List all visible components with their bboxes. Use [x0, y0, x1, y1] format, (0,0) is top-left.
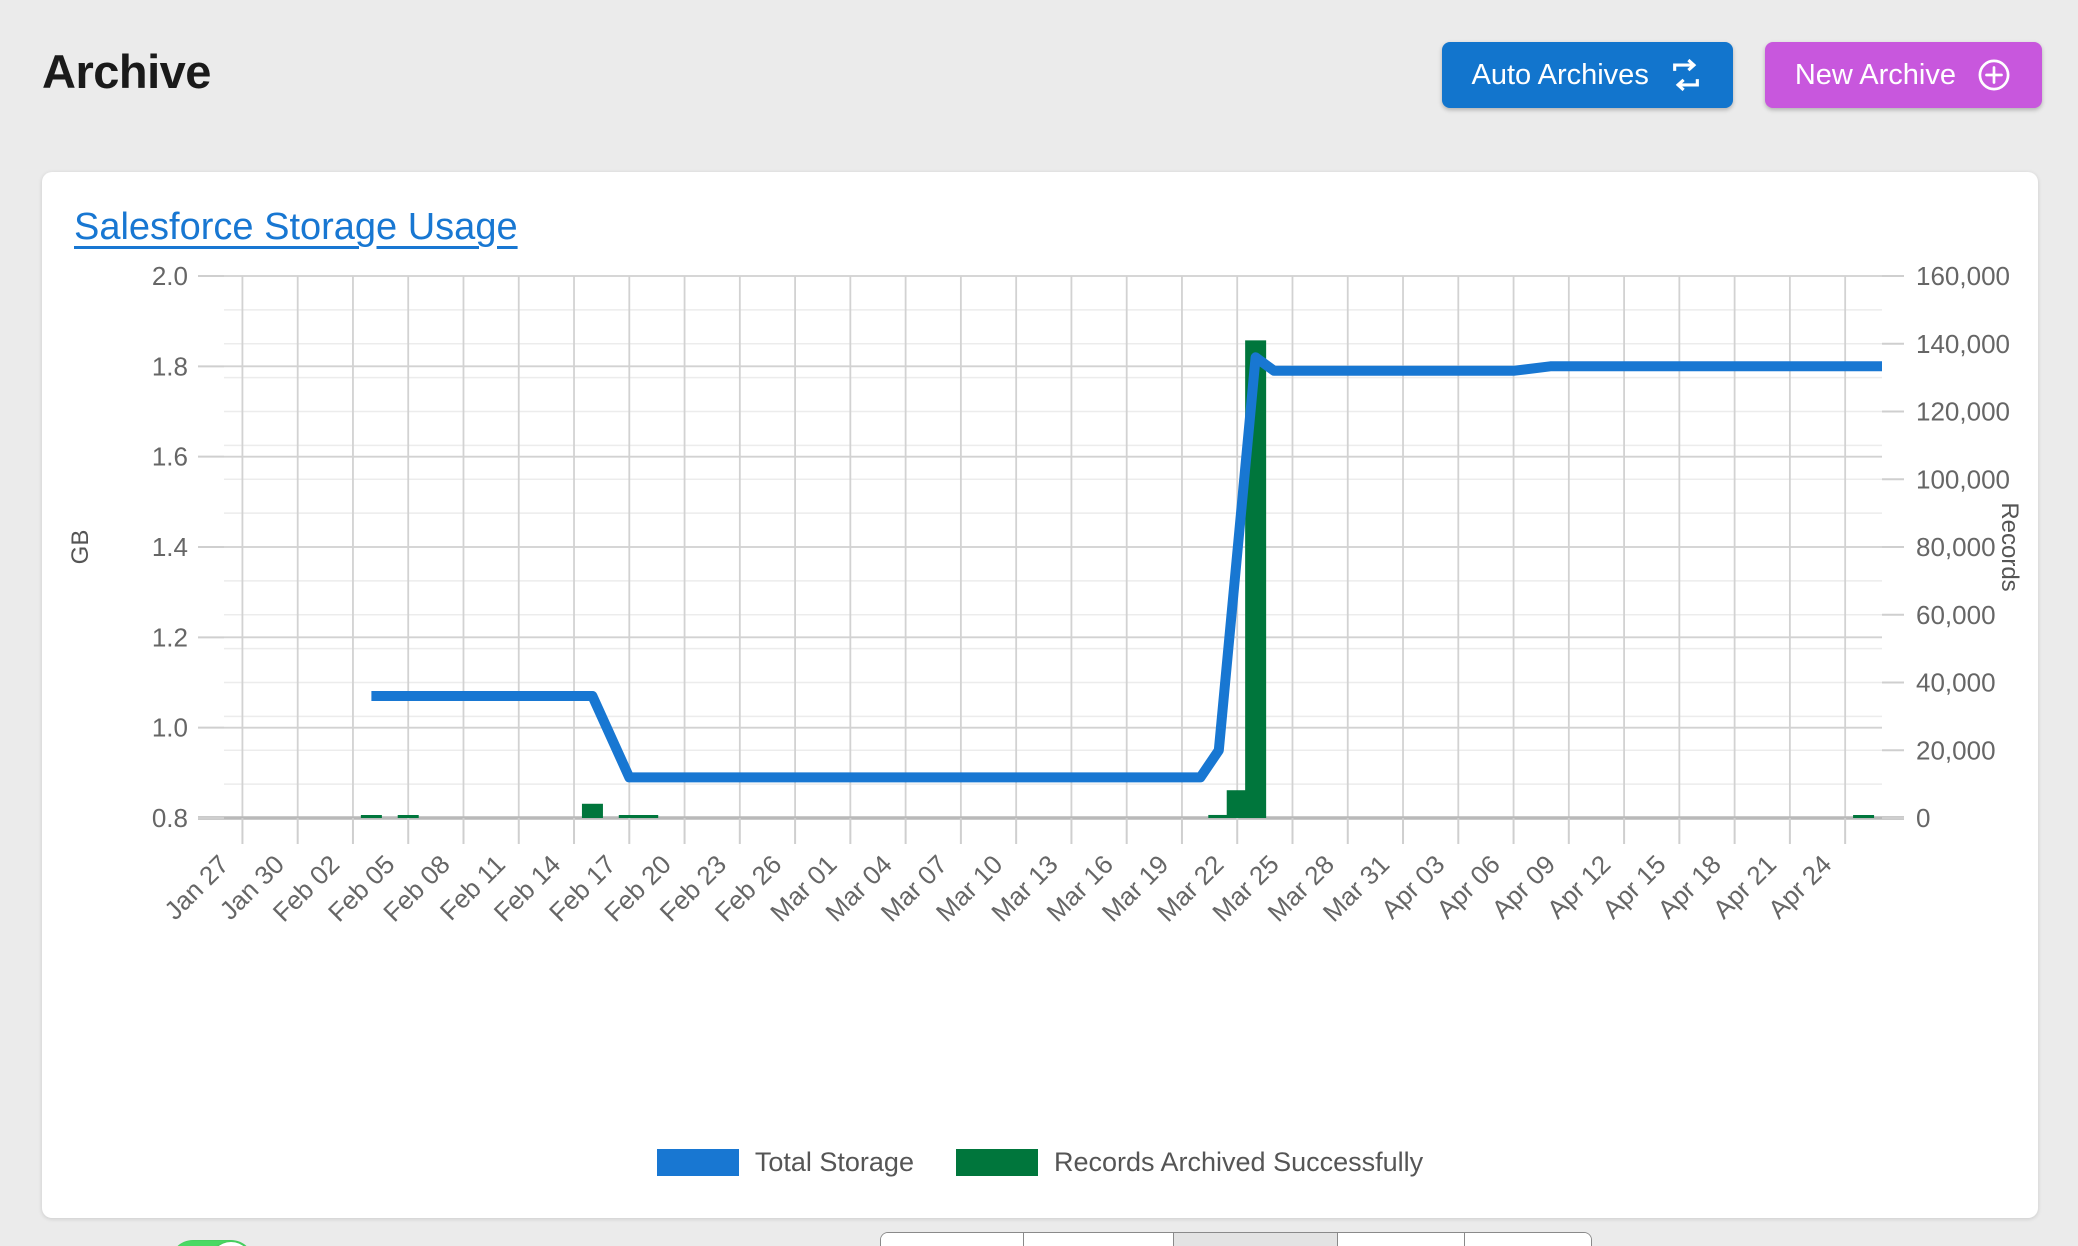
storage-usage-card: Salesforce Storage Usage 0.8 1.0 1.2 1.4 1.6… [42, 172, 2038, 1246]
chart-bar [618, 815, 640, 818]
storage-usage-chart: 0.8 1.0 1.2 1.4 1.6 1.8 2.0 GB 0 20,000 40,000 60,0… [42, 258, 2038, 958]
chart-svg: 0.8 1.0 1.2 1.4 1.6 1.8 2.0 GB 0 20,000 40,000 60,0… [67, 261, 2023, 927]
page-header: Archive Auto Archives New Archive [0, 0, 2078, 160]
y2-axis-tick: 80,000 [1916, 532, 1996, 562]
show-storage-total-toggle[interactable] [170, 1240, 254, 1246]
y-axis-tick: 0.8 [152, 803, 188, 833]
time-range-option-1-month[interactable]: 1 Month [1023, 1233, 1174, 1246]
y2-axis-tick: 40,000 [1916, 668, 1996, 698]
y2-axis-title: Records [1996, 502, 2023, 591]
chart-legend: Total Storage Records Archived Successfu… [42, 1147, 2038, 1178]
x-axis-tick: Apr 24 [1762, 849, 1837, 924]
auto-archives-label: Auto Archives [1471, 58, 1649, 91]
chart-bar [581, 803, 603, 818]
repeat-icon [1669, 58, 1703, 92]
page-title: Archive [42, 45, 211, 98]
legend-label-records-archived: Records Archived Successfully [1053, 1147, 1424, 1177]
card-title-link[interactable]: Salesforce Storage Usage [74, 206, 518, 249]
legend-swatch-total-storage [656, 1149, 739, 1176]
y-axis-title: GB [67, 530, 94, 565]
y2-axis-tick: 0 [1916, 803, 1930, 833]
legend-item-total-storage[interactable]: Total Storage [656, 1147, 914, 1178]
y-axis-tick: 1.0 [152, 713, 188, 743]
show-storage-total-group: Show Storage Total [170, 1240, 566, 1246]
time-range-option-1-week[interactable]: 1 Week [881, 1233, 1024, 1246]
y2-axis-tick: 20,000 [1916, 735, 1996, 765]
chart-bar [397, 815, 419, 818]
y2-axis-tick: 160,000 [1916, 261, 2010, 291]
y2-axis-tick: 60,000 [1916, 600, 1996, 630]
time-range-segmented-control: 1 Week1 Month3 Months1 Year2 Year [880, 1232, 1593, 1246]
legend-swatch-records-archived [955, 1149, 1038, 1176]
toggle-knob [210, 1242, 252, 1246]
chart-bar [1226, 790, 1248, 818]
chart-bar [360, 815, 382, 818]
legend-label-total-storage: Total Storage [754, 1147, 914, 1177]
auto-archives-button[interactable]: Auto Archives [1441, 42, 1733, 108]
archive-page: Archive Auto Archives New Archive Salesf… [0, 0, 2078, 1246]
legend-item-records-archived[interactable]: Records Archived Successfully [955, 1147, 1424, 1178]
time-range-option-2-year[interactable]: 2 Year [1465, 1233, 1592, 1246]
new-archive-button[interactable]: New Archive [1764, 42, 2042, 108]
y2-axis-tick: 120,000 [1916, 397, 2010, 427]
chart-bar [637, 815, 659, 818]
y2-axis-tick: 140,000 [1916, 329, 2010, 359]
plus-circle-icon [1976, 57, 2012, 93]
time-range-option-1-year[interactable]: 1 Year [1337, 1233, 1466, 1246]
new-archive-label: New Archive [1794, 58, 1956, 91]
chart-bar [1853, 815, 1875, 818]
y-axis-tick: 1.4 [152, 532, 188, 562]
y-axis-tick: 1.8 [152, 351, 188, 381]
header-actions: Auto Archives New Archive [1441, 42, 2042, 108]
y-axis-tick: 1.6 [152, 442, 188, 472]
y-axis-tick: 2.0 [152, 261, 188, 291]
time-range-option-3-months[interactable]: 3 Months [1173, 1233, 1338, 1246]
y2-axis-tick: 100,000 [1916, 464, 2010, 494]
chart-controls: Show Storage Total 1 Week1 Month3 Months… [42, 1232, 2038, 1246]
y-axis-tick: 1.2 [152, 622, 188, 652]
chart-bar [1208, 814, 1230, 818]
